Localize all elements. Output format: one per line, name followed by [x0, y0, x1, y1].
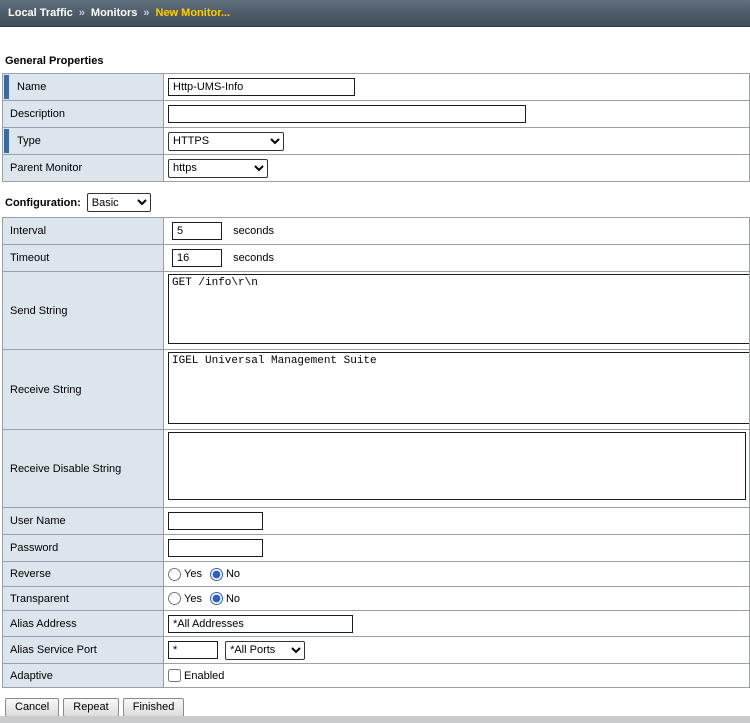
interval-input[interactable] — [172, 222, 222, 240]
breadcrumb-separator: » — [79, 7, 85, 19]
description-row: Description — [3, 101, 750, 128]
breadcrumb-separator: » — [143, 7, 149, 19]
user-name-label: User Name — [10, 515, 66, 527]
name-input[interactable] — [168, 78, 355, 96]
send-string-label-cell: Send String — [3, 272, 164, 350]
password-input[interactable] — [168, 539, 263, 557]
type-label: Type — [17, 135, 41, 147]
timeout-label-cell: Timeout — [3, 245, 164, 272]
adaptive-label-cell: Adaptive — [3, 664, 164, 688]
breadcrumb-local-traffic[interactable]: Local Traffic — [8, 7, 73, 19]
receive-disable-string-label-cell: Receive Disable String — [3, 430, 164, 508]
receive-string-label-cell: Receive String — [3, 350, 164, 430]
receive-disable-string-label: Receive Disable String — [10, 463, 121, 475]
parent-monitor-label-cell: Parent Monitor — [3, 155, 164, 182]
alias-address-input[interactable] — [168, 615, 353, 633]
parent-monitor-row: Parent Monitor https — [3, 155, 750, 182]
transparent-yes-label: Yes — [184, 593, 202, 605]
transparent-no-radio[interactable] — [210, 592, 223, 605]
required-marker — [4, 129, 9, 153]
receive-string-textarea[interactable]: IGEL Universal Management Suite — [168, 352, 750, 424]
general-properties-table: Name Description Type HTTPS — [2, 73, 750, 182]
breadcrumb-monitors[interactable]: Monitors — [91, 7, 137, 19]
breadcrumb: Local Traffic » Monitors » New Monitor..… — [0, 0, 750, 27]
send-string-row: Send String GET /info\r\n — [3, 272, 750, 350]
user-name-label-cell: User Name — [3, 508, 164, 535]
receive-string-row: Receive String IGEL Universal Management… — [3, 350, 750, 430]
footer-strip — [0, 716, 750, 723]
required-marker — [4, 75, 9, 99]
finished-button[interactable]: Finished — [123, 698, 185, 717]
description-label-cell: Description — [3, 101, 164, 128]
alias-service-port-label-cell: Alias Service Port — [3, 637, 164, 664]
interval-label-cell: Interval — [3, 218, 164, 245]
type-label-cell: Type — [3, 128, 164, 155]
name-label: Name — [17, 81, 46, 93]
timeout-unit: seconds — [233, 252, 274, 264]
adaptive-row: Adaptive Enabled — [3, 664, 750, 688]
configuration-table: Interval seconds Timeout seconds Send St… — [2, 217, 750, 688]
transparent-label-cell: Transparent — [3, 587, 164, 611]
password-label: Password — [10, 542, 58, 554]
timeout-label: Timeout — [10, 252, 49, 264]
alias-service-port-row: Alias Service Port *All Ports — [3, 637, 750, 664]
adaptive-enabled-label: Enabled — [184, 670, 224, 682]
main-content: General Properties Name Description Type — [0, 55, 750, 717]
adaptive-label: Adaptive — [10, 670, 53, 682]
general-properties-title: General Properties — [5, 55, 750, 67]
interval-unit: seconds — [233, 225, 274, 237]
reverse-no-label: No — [226, 568, 240, 580]
parent-monitor-select[interactable]: https — [168, 159, 268, 178]
alias-port-select[interactable]: *All Ports — [225, 641, 305, 660]
cancel-button[interactable]: Cancel — [5, 698, 59, 717]
interval-row: Interval seconds — [3, 218, 750, 245]
timeout-row: Timeout seconds — [3, 245, 750, 272]
send-string-textarea[interactable]: GET /info\r\n — [168, 274, 750, 344]
configuration-label: Configuration: — [5, 197, 81, 209]
reverse-label: Reverse — [10, 568, 51, 580]
breadcrumb-new-monitor: New Monitor... — [156, 7, 231, 19]
reverse-yes-radio[interactable] — [168, 568, 181, 581]
transparent-yes-radio[interactable] — [168, 592, 181, 605]
user-name-input[interactable] — [168, 512, 263, 530]
user-name-row: User Name — [3, 508, 750, 535]
reverse-label-cell: Reverse — [3, 562, 164, 587]
alias-address-label-cell: Alias Address — [3, 611, 164, 637]
timeout-input[interactable] — [172, 249, 222, 267]
alias-service-port-label: Alias Service Port — [10, 644, 97, 656]
reverse-yes-label: Yes — [184, 568, 202, 580]
reverse-no-radio[interactable] — [210, 568, 223, 581]
description-label: Description — [10, 108, 65, 120]
configuration-select[interactable]: Basic — [87, 193, 151, 212]
password-row: Password — [3, 535, 750, 562]
parent-monitor-label: Parent Monitor — [10, 162, 82, 174]
transparent-no-label: No — [226, 593, 240, 605]
configuration-bar: Configuration: Basic — [5, 193, 750, 212]
action-buttons: Cancel Repeat Finished — [5, 698, 750, 717]
send-string-label: Send String — [10, 305, 67, 317]
name-label-cell: Name — [3, 74, 164, 101]
alias-service-port-input[interactable] — [168, 641, 218, 659]
transparent-label: Transparent — [10, 593, 69, 605]
receive-disable-string-textarea[interactable] — [168, 432, 746, 500]
name-row: Name — [3, 74, 750, 101]
type-row: Type HTTPS — [3, 128, 750, 155]
alias-address-row: Alias Address — [3, 611, 750, 637]
adaptive-enabled-checkbox[interactable] — [168, 669, 181, 682]
receive-disable-string-row: Receive Disable String — [3, 430, 750, 508]
reverse-row: Reverse Yes No — [3, 562, 750, 587]
repeat-button[interactable]: Repeat — [63, 698, 118, 717]
interval-label: Interval — [10, 225, 46, 237]
type-select[interactable]: HTTPS — [168, 132, 284, 151]
description-input[interactable] — [168, 105, 526, 123]
password-label-cell: Password — [3, 535, 164, 562]
transparent-row: Transparent Yes No — [3, 587, 750, 611]
receive-string-label: Receive String — [10, 384, 82, 396]
alias-address-label: Alias Address — [10, 618, 77, 630]
